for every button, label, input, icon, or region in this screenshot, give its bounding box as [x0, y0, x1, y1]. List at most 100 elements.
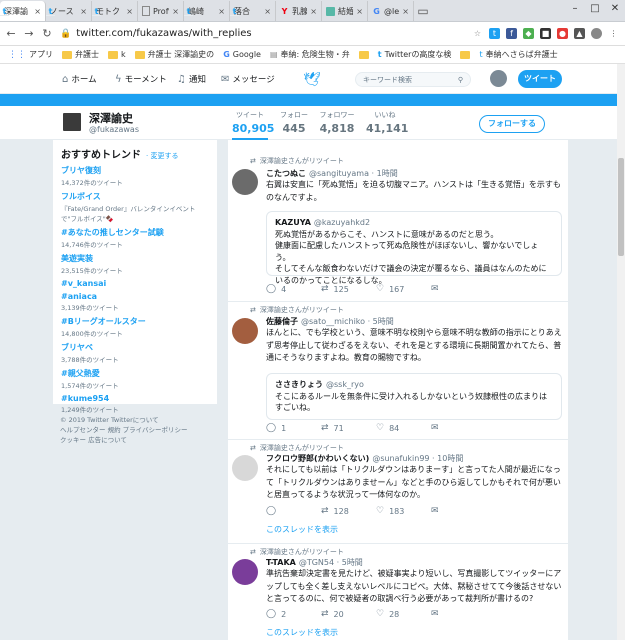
trend-item[interactable]: #aniaca 3,139件のツイート — [61, 292, 209, 312]
trend-item[interactable]: #Bリーグオールスター 14,800件のツイート — [61, 316, 209, 338]
close-icon[interactable]: × — [218, 7, 225, 16]
stat-tweets[interactable]: ツイート 80,905 — [232, 110, 274, 140]
dm-button[interactable]: ✉ — [431, 284, 486, 294]
profile-avatar[interactable] — [61, 111, 83, 133]
minimize-icon[interactable]: – — [565, 0, 585, 18]
trends-change-link[interactable]: · 変更する — [146, 151, 178, 161]
close-icon[interactable]: × — [172, 7, 179, 16]
trend-item[interactable]: #親父熱愛 1,574件のツイート — [61, 368, 209, 390]
reply-button[interactable]: ◯ — [266, 506, 321, 516]
nav-moments[interactable]: ϟ モーメント — [115, 64, 167, 94]
tweet-avatar[interactable] — [232, 169, 258, 195]
profile-name[interactable]: 深澤諭史 — [89, 110, 133, 126]
retweet-button[interactable]: ⇄ 128 — [321, 506, 376, 516]
trend-item[interactable]: #v_kansai — [61, 279, 209, 288]
tweet[interactable]: ⇄ 深澤諭史さんがリツイート 佐藤倫子 @sato__michiko · 5時間 ほ… — [228, 302, 568, 440]
bookmark-folder[interactable] — [460, 50, 471, 59]
nav-messages[interactable]: ✉ メッセージ — [221, 64, 275, 94]
like-button[interactable]: ♡ 167 — [376, 284, 431, 294]
retweet-button[interactable]: ⇄ 20 — [321, 609, 376, 619]
browser-tab-7[interactable]: 結婚 × — [322, 1, 368, 21]
quoted-tweet[interactable]: ささきりょう @ssk_ryo そこにあるルールを無条件に受け入れるしかないという… — [266, 373, 562, 420]
bookmark-folder[interactable]: 弁護士 — [62, 49, 99, 60]
like-button[interactable]: ♡ 28 — [376, 609, 431, 619]
forward-icon[interactable]: → — [24, 27, 34, 40]
browser-tab-6[interactable]: Y 乳腺 × — [276, 1, 322, 21]
tweet-avatar[interactable] — [232, 559, 258, 585]
back-icon[interactable]: ← — [6, 27, 16, 40]
bookmark-folder[interactable] — [358, 50, 369, 59]
quoted-tweet[interactable]: KAZUYA @kazuyahkd2 死ぬ覚悟があるからこそ、ハンストに意味がある… — [266, 211, 562, 285]
trend-item[interactable]: #あなたの推しセンター試験 14,746件のツイート — [61, 227, 209, 249]
trend-item[interactable]: フルボイス 『Fate/Grand Order』バレンタインイベントで"フルボイス… — [61, 191, 209, 223]
tweet[interactable]: ⇄ 深澤諭史さんがリツイート T-TAKA @TGN54 · 5時間 準抗告棄却決定… — [228, 544, 568, 640]
extension-icon[interactable]: ▲ — [574, 28, 585, 39]
extension-facebook-icon[interactable]: f — [506, 28, 517, 39]
reply-button[interactable]: ◯ 2 — [266, 609, 321, 619]
extension-twitter-icon[interactable]: t — [489, 28, 500, 39]
dm-button[interactable]: ✉ — [431, 506, 486, 516]
stat-likes[interactable]: いいね 41,141 — [366, 110, 408, 135]
twitter-bird-logo-icon[interactable]: 🕊 — [303, 72, 321, 88]
maximize-icon[interactable]: □ — [585, 0, 605, 18]
trend-item[interactable]: 美遊実装 23,515件のツイート — [61, 253, 209, 275]
trend-item[interactable]: ブリヤ復刻 14,372件のツイート — [61, 165, 209, 187]
close-icon[interactable]: × — [126, 7, 133, 16]
close-icon[interactable]: × — [80, 7, 87, 16]
bookmark-folder[interactable]: 弁護士 深澤諭史の — [134, 49, 214, 60]
dm-button[interactable]: ✉ — [431, 609, 486, 619]
close-icon[interactable]: × — [356, 7, 363, 16]
nav-home[interactable]: ⌂ ホーム — [62, 64, 97, 94]
address-bar[interactable]: 🔒 twitter.com/fukazawas/with_replies — [60, 25, 464, 43]
page-scrollbar[interactable] — [617, 64, 625, 640]
retweet-button[interactable]: ⇄ 71 — [321, 423, 376, 433]
browser-tab-2[interactable]: t モトク × — [92, 1, 138, 21]
browser-tab-1[interactable]: t ノース × — [46, 1, 92, 21]
new-tab-button[interactable]: ▭ — [414, 1, 432, 21]
stat-followers[interactable]: フォロワー 4,818 — [318, 110, 356, 135]
close-window-icon[interactable]: ✕ — [605, 0, 625, 18]
extension-icon[interactable]: ◆ — [523, 28, 534, 39]
reload-icon[interactable]: ↻ — [42, 27, 52, 40]
tweet-avatar[interactable] — [232, 318, 258, 344]
bookmark-link[interactable]: ▤ 奉納: 危険生物・弁 — [270, 49, 350, 60]
browser-tab-5[interactable]: t 落合 × — [230, 1, 276, 21]
compose-tweet-button[interactable]: ツイート — [518, 70, 562, 88]
dm-button[interactable]: ✉ — [431, 423, 486, 433]
extension-icon[interactable]: ● — [557, 28, 568, 39]
bookmark-apps[interactable]: ⋮⋮ アプリ — [8, 49, 53, 60]
stat-following[interactable]: フォロー 445 — [278, 110, 310, 135]
browser-tab-0[interactable]: t 深澤諭 × — [0, 1, 46, 21]
show-thread-link[interactable]: このスレッドを表示 — [266, 627, 338, 638]
browser-tab-3[interactable]: Profi × — [138, 1, 184, 21]
profile-avatar-icon[interactable] — [591, 28, 602, 39]
trend-item[interactable]: ブリヤベ 3,788件のツイート — [61, 342, 209, 364]
user-avatar[interactable] — [490, 70, 507, 87]
menu-icon[interactable]: ⋮ — [608, 28, 619, 39]
reply-button[interactable]: ◯ 1 — [266, 423, 321, 433]
bookmark-google[interactable]: G Google — [223, 50, 261, 59]
browser-tab-8[interactable]: G@lea× — [368, 1, 414, 21]
trend-item[interactable]: #kume954 1,249件のツイート — [61, 394, 209, 414]
search-input[interactable]: キーワード検索 ⚲ — [355, 72, 471, 87]
close-icon[interactable]: × — [264, 7, 271, 16]
follow-button[interactable]: フォローする — [479, 115, 545, 133]
nav-notifications[interactable]: ♫ 通知 — [177, 64, 206, 94]
reply-button[interactable]: ◯ 4 — [266, 284, 321, 294]
show-thread-link[interactable]: このスレッドを表示 — [266, 524, 338, 535]
tweet[interactable]: ⇄ 深澤諭史さんがリツイート フクロウ野郎(かわいくない) @sunafukin99… — [228, 440, 568, 544]
close-icon[interactable]: × — [402, 7, 409, 16]
tweet[interactable]: ⇄ 深澤諭史さんがリツイート こたつぬこ @sangituyama · 1時間 右翼… — [228, 152, 568, 302]
browser-tab-4[interactable]: t 嶋崎 × — [184, 1, 230, 21]
like-button[interactable]: ♡ 183 — [376, 506, 431, 516]
star-icon[interactable]: ☆ — [472, 28, 483, 39]
bookmark-folder[interactable]: k — [108, 50, 126, 59]
like-button[interactable]: ♡ 84 — [376, 423, 431, 433]
bookmark-twitter[interactable]: t Twitterの高度な検 — [378, 49, 452, 60]
extension-icon[interactable]: ■ — [540, 28, 551, 39]
retweet-button[interactable]: ⇄ 125 — [321, 284, 376, 294]
bookmark-link[interactable]: t 奉納へさらば弁護士 — [479, 49, 557, 60]
tweet-avatar[interactable] — [232, 455, 258, 481]
close-icon[interactable]: × — [310, 7, 317, 16]
close-icon[interactable]: × — [34, 7, 41, 16]
